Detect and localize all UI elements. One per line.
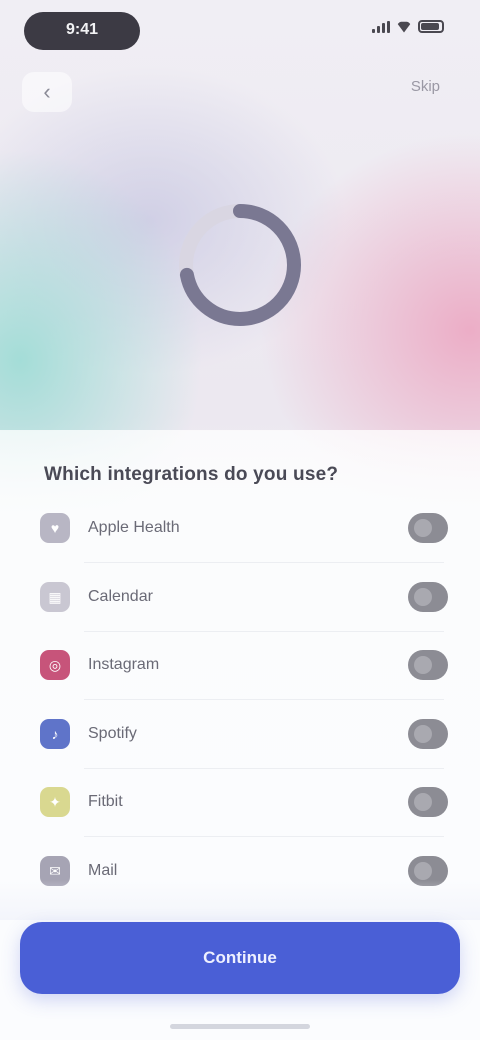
integration-row[interactable]: ♥ Apple Health <box>36 500 452 556</box>
integration-label: Apple Health <box>88 519 180 536</box>
home-indicator <box>170 1024 310 1029</box>
continue-button-label: Continue <box>203 948 277 967</box>
integration-toggle[interactable] <box>408 719 448 749</box>
row-divider <box>84 836 444 837</box>
integration-row[interactable]: ✦ Fitbit <box>36 774 452 830</box>
integration-label: Calendar <box>88 588 153 605</box>
integration-toggle[interactable] <box>408 513 448 543</box>
integration-label: Instagram <box>88 656 160 673</box>
integration-label: Fitbit <box>88 793 123 810</box>
status-icons <box>372 20 444 33</box>
integration-toggle[interactable] <box>408 650 448 680</box>
integration-row[interactable]: ♪ Spotify <box>36 706 452 762</box>
music-icon: ♪ <box>40 719 70 749</box>
integration-label: Mail <box>88 862 118 879</box>
row-divider <box>84 699 444 700</box>
chevron-left-icon: ‹ <box>43 79 51 104</box>
back-button[interactable]: ‹ <box>22 72 72 112</box>
app-screen: 9:41 ‹ Skip Which integrations do you us… <box>0 0 480 1040</box>
camera-icon: ◎ <box>40 650 70 680</box>
activity-icon: ✦ <box>40 787 70 817</box>
status-time: 9:41 <box>65 21 99 38</box>
integration-toggle[interactable] <box>408 582 448 612</box>
wifi-icon <box>396 21 412 33</box>
integration-row[interactable]: ▦ Calendar <box>36 569 452 625</box>
signal-icon <box>372 20 390 33</box>
row-divider <box>84 768 444 769</box>
heart-icon: ♥ <box>40 513 70 543</box>
integration-row[interactable]: ◎ Instagram <box>36 637 452 693</box>
continue-button[interactable]: Continue <box>20 922 460 994</box>
integration-toggle[interactable] <box>408 787 448 817</box>
status-time-pill: 9:41 <box>24 12 140 50</box>
row-divider <box>84 631 444 632</box>
row-divider <box>84 562 444 563</box>
skip-link[interactable]: Skip <box>411 78 440 95</box>
battery-icon <box>418 20 444 33</box>
calendar-icon: ▦ <box>40 582 70 612</box>
bottom-fade <box>0 880 480 920</box>
sheet-title: Which integrations do you use? <box>44 464 339 485</box>
progress-ring <box>179 204 301 326</box>
integration-label: Spotify <box>88 725 137 742</box>
